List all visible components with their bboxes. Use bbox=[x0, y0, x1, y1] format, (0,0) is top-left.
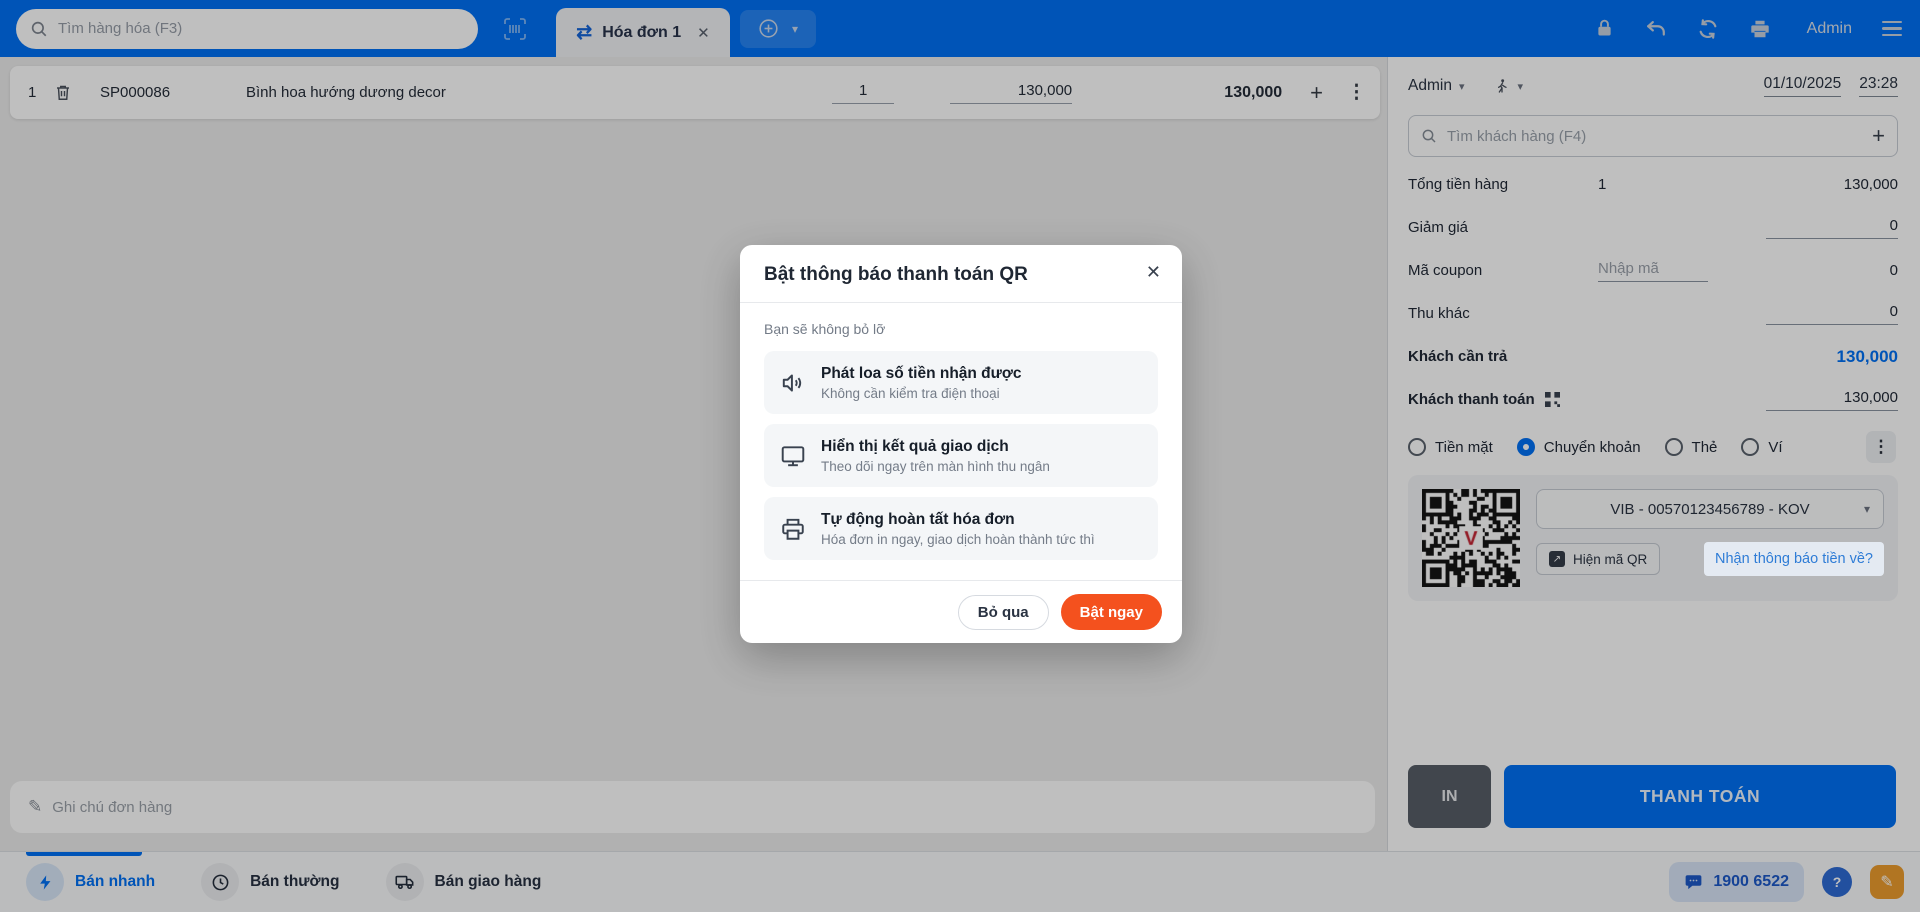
modal-title: Bật thông báo thanh toán QR bbox=[764, 264, 1028, 285]
modal-body: Bạn sẽ không bỏ lỡ Phát loa số tiền nhận… bbox=[740, 303, 1182, 580]
modal-header: Bật thông báo thanh toán QR ✕ bbox=[740, 245, 1182, 303]
feature-desc: Hóa đơn in ngay, giao dịch hoàn thành tứ… bbox=[821, 531, 1095, 547]
feature-desc: Theo dõi ngay trên màn hình thu ngân bbox=[821, 458, 1050, 474]
pos-app: ⇄ Hóa đơn 1 ✕ ▾ Admin 1 SP000086 Bình ho… bbox=[0, 0, 1920, 912]
feature-monitor: Hiển thị kết quả giao dịch Theo dõi ngay… bbox=[764, 424, 1158, 487]
feature-desc: Không cần kiểm tra điện thoại bbox=[821, 385, 1000, 401]
feature-title: Phát loa số tiền nhận được bbox=[821, 364, 1022, 382]
monitor-icon bbox=[780, 443, 806, 469]
printer-icon bbox=[780, 516, 806, 542]
modal-subtitle: Bạn sẽ không bỏ lỡ bbox=[764, 321, 886, 337]
speaker-icon bbox=[780, 370, 806, 396]
feature-title: Tự động hoàn tất hóa đơn bbox=[821, 510, 1015, 528]
close-icon[interactable]: ✕ bbox=[1146, 262, 1161, 283]
skip-button[interactable]: Bỏ qua bbox=[957, 594, 1049, 630]
feature-speaker: Phát loa số tiền nhận được Không cần kiể… bbox=[764, 351, 1158, 414]
modal-footer: Bỏ qua Bật ngay bbox=[740, 580, 1182, 643]
money-notify-link[interactable]: Nhận thông báo tiền về? bbox=[1703, 542, 1884, 576]
qr-notification-modal: Bật thông báo thanh toán QR ✕ Bạn sẽ khô… bbox=[740, 245, 1182, 643]
enable-button[interactable]: Bật ngay bbox=[1060, 594, 1162, 630]
feature-printer: Tự động hoàn tất hóa đơn Hóa đơn in ngay… bbox=[764, 497, 1158, 560]
feature-title: Hiển thị kết quả giao dịch bbox=[821, 437, 1009, 455]
